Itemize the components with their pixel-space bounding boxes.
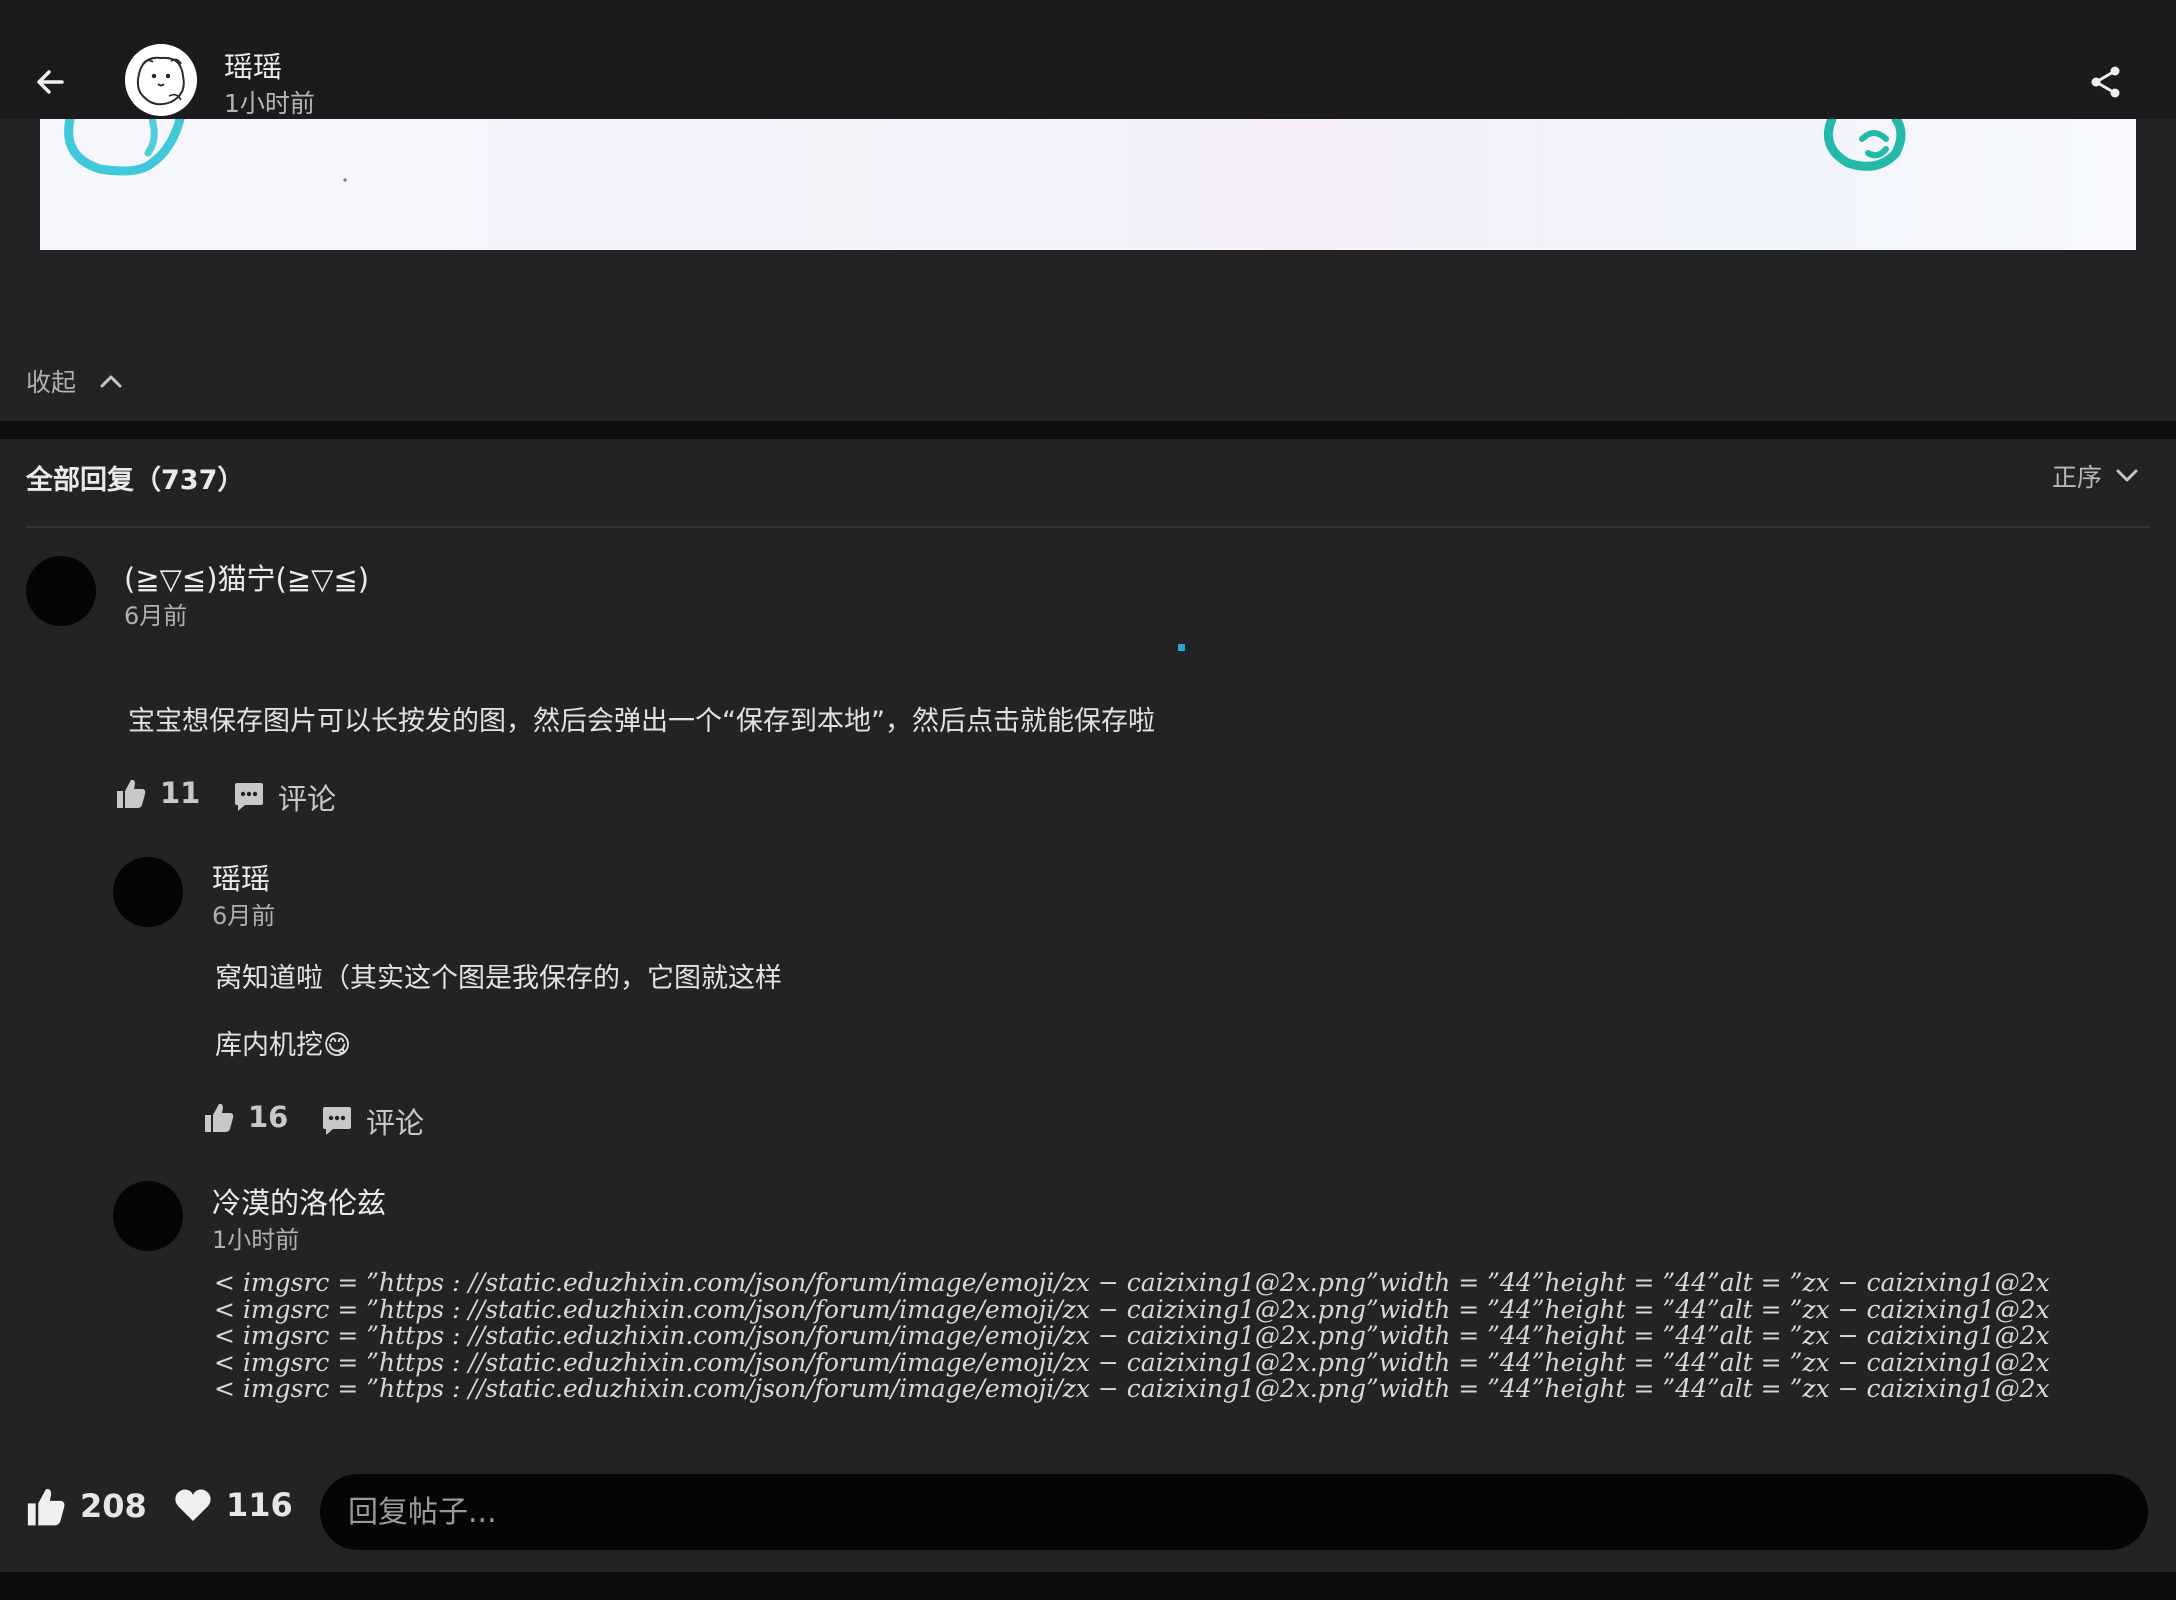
raw-text-line: < imgsrc = ”https : //static.eduzhixin.c… — [214, 1294, 2050, 1324]
heart-icon — [175, 1489, 211, 1522]
post-timestamp: 1小时前 — [224, 89, 315, 118]
post-like-count: 208 — [80, 1487, 147, 1525]
raw-text-line: < imgsrc = ”https : //static.eduzhixin.c… — [214, 1270, 2050, 1297]
raw-text-line: < imgsrc = ”https : //static.eduzhixin.c… — [214, 1374, 2050, 1403]
collapse-toggle[interactable]: 收起 — [26, 361, 122, 401]
collapse-label: 收起 — [26, 368, 77, 397]
comment-like-count: 16 — [248, 1100, 289, 1134]
replies-divider — [26, 526, 2150, 528]
comment-timestamp: 6月前 — [124, 602, 188, 630]
comment-text-line2: 库内机挖😋 — [215, 1023, 351, 1062]
chevron-down-icon — [2116, 469, 2138, 482]
commenter-avatar[interactable] — [113, 1181, 183, 1251]
back-button[interactable] — [24, 56, 76, 108]
comment-like-count: 11 — [160, 776, 201, 810]
post-favorite-count: 116 — [226, 1486, 293, 1524]
top-app-bar — [0, 0, 2176, 119]
raw-text-line: < imgsrc = ”https : //static.eduzhixin.c… — [214, 1347, 2050, 1377]
comment-like-button[interactable]: 11 — [114, 776, 200, 810]
chevron-up-icon — [100, 375, 122, 388]
author-avatar[interactable] — [125, 44, 197, 116]
thumbs-up-icon — [205, 1103, 234, 1132]
comment-text-segment: 库内机挖 — [215, 1030, 323, 1061]
commenter-name[interactable]: (≧▽≦)猫宁(≧▽≦) — [124, 556, 369, 598]
commenter-avatar[interactable] — [113, 857, 183, 927]
comment-like-button[interactable]: 16 — [202, 1100, 288, 1134]
raw-text-line: < imgsrc = ”https : //static.eduzhixin.c… — [214, 1321, 2050, 1350]
loading-indicator — [1178, 644, 1185, 651]
post-like-button[interactable]: 208 — [24, 1484, 147, 1528]
commenter-name[interactable]: 冷漠的洛伦兹 — [212, 1180, 386, 1222]
comment-reply-button[interactable]: 评论 — [232, 776, 336, 818]
comment-reply-label: 评论 — [366, 1106, 425, 1140]
sort-order-dropdown[interactable]: 正序 — [2052, 458, 2138, 494]
thumbs-up-icon — [117, 779, 146, 808]
post-image-drawing — [64, 119, 1906, 182]
comment-timestamp: 6月前 — [212, 902, 276, 930]
comment-reply-button[interactable]: 评论 — [320, 1100, 424, 1142]
comment-text: 窝知道啦（其实这个图是我保存的，它图就这样 — [215, 963, 782, 994]
bottom-edge — [0, 1572, 2176, 1600]
back-arrow-icon — [37, 70, 64, 94]
commenter-name[interactable]: 瑶瑶 — [212, 856, 270, 898]
yum-emoji-icon: 😋 — [323, 1030, 352, 1061]
comment-timestamp: 1小时前 — [212, 1226, 300, 1254]
post-favorite-button[interactable]: 116 — [172, 1484, 293, 1526]
comment-bubble-icon — [235, 783, 263, 811]
comment-reply-label: 评论 — [278, 782, 337, 816]
replies-count-title: 全部回复（737） — [26, 465, 245, 496]
thumbs-up-icon — [27, 1488, 65, 1526]
comment-text: 宝宝想保存图片可以长按发的图，然后会弹出一个“保存到本地”，然后点击就能保存啦 — [128, 706, 1155, 737]
comment-bubble-icon — [323, 1107, 351, 1135]
sort-order-label: 正序 — [2052, 463, 2103, 492]
reply-input[interactable] — [320, 1474, 2148, 1550]
share-button[interactable] — [2080, 56, 2132, 108]
author-name[interactable]: 瑶瑶 — [224, 44, 282, 86]
avatar-illustration — [125, 44, 197, 116]
section-divider — [0, 421, 2176, 439]
comment-raw-html-text: < imgsrc = ”https : //static.eduzhixin.c… — [214, 1270, 2136, 1403]
post-image[interactable] — [40, 119, 2136, 250]
share-icon — [2091, 66, 2120, 98]
commenter-avatar[interactable] — [26, 556, 96, 626]
